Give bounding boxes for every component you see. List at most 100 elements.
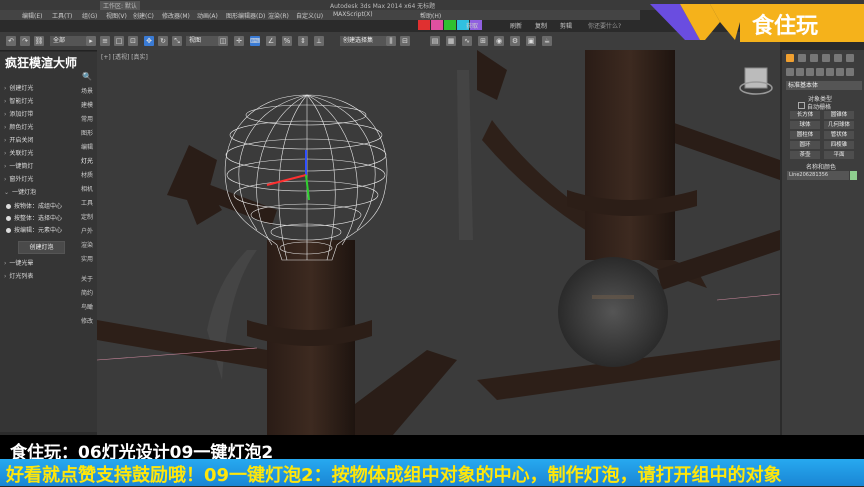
tab-materials[interactable]: 材质	[79, 170, 95, 179]
rollout-name-color[interactable]: 名称和颜色	[806, 162, 836, 171]
tab-modeling[interactable]: 建模	[79, 100, 95, 109]
shapes-icon[interactable]	[796, 68, 804, 76]
menu-graph-editors[interactable]: 图形编辑器(D)	[226, 11, 265, 20]
link-icon[interactable]: ⛓	[34, 36, 44, 46]
create-bulb-button[interactable]: 创建灯泡	[18, 241, 65, 254]
cylinder-button[interactable]: 圆柱体	[790, 131, 820, 139]
menu-copy[interactable]: 复制	[535, 21, 547, 30]
panel-item-window-light[interactable]: › 窗外灯光	[4, 174, 78, 186]
swatch-red[interactable]	[418, 20, 430, 30]
tab-camera[interactable]: 相机	[79, 184, 95, 193]
align-icon[interactable]: ⊟	[400, 36, 410, 46]
panel-item-light-list[interactable]: › 灯光列表	[4, 271, 78, 283]
layer-manager-icon[interactable]: ▤	[430, 36, 440, 46]
tab-modify[interactable]: 修改	[79, 316, 95, 325]
menu-get[interactable]: 获取	[466, 21, 478, 30]
menu-tools[interactable]: 工具(T)	[52, 11, 72, 20]
viewport-label[interactable]: [+] [透视] [真实]	[101, 52, 148, 61]
tab-outdoor[interactable]: 户外	[79, 226, 95, 235]
menu-help[interactable]: 帮助(H)	[420, 11, 441, 20]
object-name-field[interactable]: Line206281356	[787, 171, 849, 180]
object-color-swatch[interactable]	[850, 171, 857, 180]
plane-button[interactable]: 平面	[824, 151, 854, 159]
spinner-snap-icon[interactable]: ⟂	[314, 36, 324, 46]
panel-item-create-light[interactable]: › 创建灯光	[4, 83, 78, 95]
box-button[interactable]: 长方体	[790, 111, 820, 119]
reference-coord-dropdown[interactable]: 视图	[186, 36, 218, 46]
render-setup-icon[interactable]: ⚙	[510, 36, 520, 46]
menu-edit[interactable]: 编辑(E)	[22, 11, 42, 20]
pyramid-button[interactable]: 四棱锥	[824, 141, 854, 149]
menu-maxscript[interactable]: MAXScript(X)	[333, 11, 373, 18]
graphite-tools-icon[interactable]: ▦	[446, 36, 456, 46]
radio-by-whole[interactable]: 按整体：选择中心	[6, 213, 62, 222]
schematic-view-icon[interactable]: ⊞	[478, 36, 488, 46]
panel-item-color-light[interactable]: › 颜色灯光	[4, 122, 78, 134]
space-warps-icon[interactable]	[836, 68, 844, 76]
tab-shapes[interactable]: 图形	[79, 128, 95, 137]
menu-modifiers[interactable]: 修改器(M)	[162, 11, 190, 20]
select-by-name-icon[interactable]: ≡	[100, 36, 110, 46]
cameras-icon[interactable]	[816, 68, 824, 76]
tab-render[interactable]: 渲染	[79, 240, 95, 249]
tab-lights[interactable]: 灯光	[79, 156, 95, 165]
modify-tab-icon[interactable]	[798, 54, 806, 62]
menu-rendering[interactable]: 渲染(R)	[268, 11, 289, 20]
helpers-icon[interactable]	[826, 68, 834, 76]
redo-icon[interactable]: ↷	[20, 36, 30, 46]
perspective-viewport[interactable]: [+] [透视] [真实]	[97, 50, 780, 442]
torus-button[interactable]: 圆环	[790, 141, 820, 149]
tab-edit[interactable]: 编辑	[79, 142, 95, 151]
tab-aerial[interactable]: 鸟瞰	[79, 302, 95, 311]
systems-icon[interactable]	[846, 68, 854, 76]
autogrid-checkbox[interactable]: 自动栅格	[798, 102, 831, 111]
angle-snap-icon[interactable]: %	[282, 36, 292, 46]
material-editor-icon[interactable]: ◉	[494, 36, 504, 46]
geometry-icon[interactable]	[786, 68, 794, 76]
keyboard-shortcut-icon[interactable]: ⌨	[250, 36, 260, 46]
panel-item-associate[interactable]: › 关联灯光	[4, 148, 78, 160]
mirror-icon[interactable]: ⫼	[386, 36, 396, 46]
geosphere-button[interactable]: 几何球体	[824, 121, 854, 129]
utilities-tab-icon[interactable]	[846, 54, 854, 62]
panel-item-smart-light[interactable]: › 智能灯光	[4, 96, 78, 108]
select-manipulate-icon[interactable]: ✛	[234, 36, 244, 46]
curve-editor-icon[interactable]: ∿	[462, 36, 472, 46]
tab-scene[interactable]: 场景	[79, 86, 95, 95]
menu-group[interactable]: 组(G)	[82, 11, 97, 20]
menu-refresh[interactable]: 刷新	[510, 21, 522, 30]
panel-item-light-strip[interactable]: › 添加灯带	[4, 109, 78, 121]
move-icon[interactable]: ✥	[144, 36, 154, 46]
lights-icon[interactable]	[806, 68, 814, 76]
cone-button[interactable]: 圆锥体	[824, 111, 854, 119]
display-tab-icon[interactable]	[834, 54, 842, 62]
object-category-dropdown[interactable]: 标准基本体	[786, 81, 862, 90]
tab-utility[interactable]: 实用	[79, 254, 95, 263]
pivot-icon[interactable]: ◫	[218, 36, 228, 46]
menu-customize[interactable]: 自定义(U)	[296, 11, 323, 20]
tab-common[interactable]: 常用	[79, 114, 95, 123]
panel-item-toggle[interactable]: › 开启关闭	[4, 135, 78, 147]
undo-icon[interactable]: ↶	[6, 36, 16, 46]
tube-button[interactable]: 管状体	[824, 131, 854, 139]
menu-clip[interactable]: 剪辑	[560, 21, 572, 30]
rotate-icon[interactable]: ↻	[158, 36, 168, 46]
search-icon[interactable]: 🔍	[82, 72, 92, 81]
panel-item-bulb[interactable]: ⌄ 一键灯泡	[4, 187, 78, 199]
tab-custom[interactable]: 定制	[79, 212, 95, 221]
workspace-dropdown[interactable]: 工作区: 默认	[100, 1, 140, 10]
motion-tab-icon[interactable]	[822, 54, 830, 62]
rect-select-icon[interactable]: □	[114, 36, 124, 46]
snap-icon[interactable]: ∠	[266, 36, 276, 46]
swatch-pink[interactable]	[431, 20, 443, 30]
named-selection-set-dropdown[interactable]: 创建选择集	[340, 36, 386, 46]
menu-view[interactable]: 视图(V)	[106, 11, 127, 20]
window-crossing-icon[interactable]: ⊡	[128, 36, 138, 46]
teapot-button[interactable]: 茶壶	[790, 151, 820, 159]
sphere-button[interactable]: 球体	[790, 121, 820, 129]
menu-animation[interactable]: 动画(A)	[197, 11, 218, 20]
percent-snap-icon[interactable]: ⇕	[298, 36, 308, 46]
radio-by-edit[interactable]: 按编辑：元素中心	[6, 225, 62, 234]
panel-item-halo[interactable]: › 一键光晕	[4, 258, 78, 270]
render-icon[interactable]: ☕	[542, 36, 552, 46]
